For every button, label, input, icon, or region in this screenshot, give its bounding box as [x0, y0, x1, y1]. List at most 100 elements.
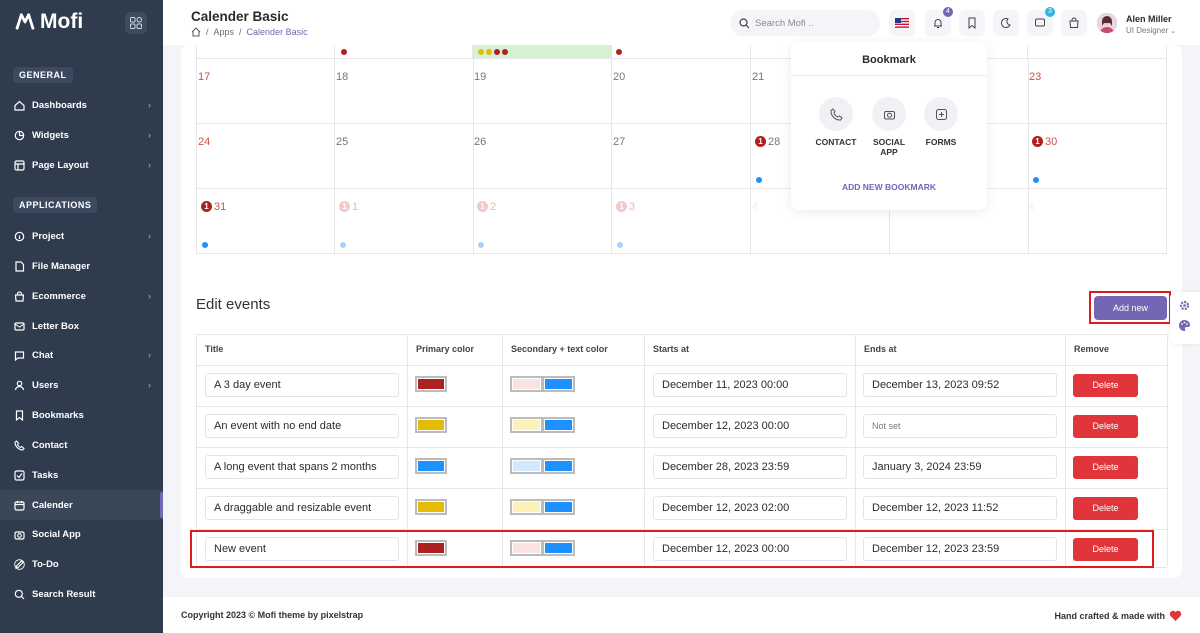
bookmark-forms[interactable]: FORMS: [916, 97, 966, 147]
user-name[interactable]: Alen Miller: [1126, 14, 1172, 24]
calendar-day-cell[interactable]: 26: [473, 124, 612, 189]
calendar-day-cell[interactable]: 21: [473, 189, 612, 254]
primary-color-picker[interactable]: [415, 417, 447, 433]
event-dot[interactable]: [756, 177, 762, 183]
bookmark-header-button[interactable]: [959, 10, 985, 36]
event-end-input[interactable]: December 13, 2023 09:52: [863, 373, 1057, 397]
secondary-color-picker[interactable]: [510, 458, 543, 474]
sidebar-item-tasks[interactable]: Tasks: [0, 460, 163, 490]
delete-event-button[interactable]: Delete: [1073, 374, 1138, 397]
add-new-bookmark-link[interactable]: ADD NEW BOOKMARK: [791, 182, 987, 192]
more-events-badge[interactable]: 1: [339, 201, 350, 212]
event-dot[interactable]: [502, 49, 508, 55]
delete-event-button[interactable]: Delete: [1073, 456, 1138, 479]
event-start-input[interactable]: December 28, 2023 23:59: [653, 455, 847, 479]
event-dot[interactable]: [478, 242, 484, 248]
more-events-badge[interactable]: 1: [1032, 136, 1043, 147]
sidebar-item-search-result[interactable]: Search Result: [0, 579, 163, 609]
event-start-input[interactable]: December 12, 2023 02:00: [653, 496, 847, 520]
dark-mode-button[interactable]: [993, 10, 1019, 36]
event-end-input[interactable]: December 12, 2023 11:52: [863, 496, 1057, 520]
sidebar-item-ecommerce[interactable]: Ecommerce ›: [0, 281, 163, 311]
user-role[interactable]: UI Designer ⌄: [1126, 26, 1176, 35]
event-dot[interactable]: [341, 49, 347, 55]
phone-icon: [829, 107, 843, 121]
calendar-day-cell[interactable]: 30 1: [1028, 124, 1167, 189]
event-end-input[interactable]: Not set: [863, 414, 1057, 438]
calendar-day-cell[interactable]: 24: [196, 124, 335, 189]
gear-icon[interactable]: [1178, 299, 1191, 312]
sidebar-item-calender[interactable]: Calender: [0, 490, 163, 520]
event-dot[interactable]: [202, 242, 208, 248]
event-dot[interactable]: [616, 49, 622, 55]
more-events-badge[interactable]: 1: [755, 136, 766, 147]
primary-color-picker[interactable]: [415, 499, 447, 515]
calendar-day-cell[interactable]: 6: [1028, 189, 1167, 254]
sidebar-item-to-do[interactable]: To-Do: [0, 549, 163, 579]
text-color-picker[interactable]: [542, 376, 575, 392]
notification-button[interactable]: 4: [925, 7, 953, 36]
event-dot[interactable]: [478, 49, 484, 55]
calendar-day-cell[interactable]: 11: [335, 189, 474, 254]
calendar-day-cell[interactable]: 18: [335, 59, 474, 124]
event-title-input[interactable]: A 3 day event: [205, 373, 399, 397]
more-events-badge[interactable]: 1: [477, 201, 488, 212]
event-dot[interactable]: [494, 49, 500, 55]
sidebar-item-contact[interactable]: Contact: [0, 430, 163, 460]
more-events-badge[interactable]: 1: [201, 201, 212, 212]
calendar-day-cell[interactable]: 27: [612, 124, 751, 189]
event-end-input[interactable]: January 3, 2024 23:59: [863, 455, 1057, 479]
text-color-picker[interactable]: [542, 499, 575, 515]
event-dot[interactable]: [617, 242, 623, 248]
secondary-color-picker[interactable]: [510, 417, 543, 433]
logo[interactable]: Mofi: [14, 10, 83, 34]
secondary-color-picker[interactable]: [510, 376, 543, 392]
text-color-picker[interactable]: [542, 458, 575, 474]
primary-color-picker[interactable]: [415, 458, 447, 474]
event-title-input[interactable]: An event with no end date: [205, 414, 399, 438]
primary-color-picker[interactable]: [415, 376, 447, 392]
calendar-day-cell[interactable]: 17: [196, 59, 335, 124]
calendar-day-cell[interactable]: 23: [1028, 59, 1167, 124]
bookmark-contact[interactable]: CONTACT: [811, 97, 861, 147]
sidebar-item-social-app[interactable]: Social App: [0, 519, 163, 549]
search-input[interactable]: Search Mofi ..: [730, 10, 880, 36]
messages-button[interactable]: 3: [1027, 7, 1055, 36]
text-color-picker[interactable]: [542, 417, 575, 433]
sidebar-item-file-manager[interactable]: File Manager: [0, 251, 163, 281]
home-icon[interactable]: [191, 27, 201, 37]
event-title-input[interactable]: A draggable and resizable event: [205, 496, 399, 520]
calendar-day-cell[interactable]: 31 1: [196, 189, 335, 254]
breadcrumb-apps[interactable]: Apps: [214, 27, 235, 37]
event-dot[interactable]: [486, 49, 492, 55]
delete-event-button[interactable]: Delete: [1073, 415, 1138, 438]
cart-button[interactable]: [1061, 10, 1087, 36]
grid-toggle-button[interactable]: [125, 12, 147, 34]
calendar-day-cell[interactable]: 20: [612, 59, 751, 124]
language-flag-button[interactable]: [889, 10, 915, 36]
delete-event-button[interactable]: Delete: [1073, 497, 1138, 520]
sidebar-item-dashboards[interactable]: Dashboards ›: [0, 90, 163, 120]
calendar-day-cell[interactable]: 25: [335, 124, 474, 189]
camera-icon: [883, 110, 895, 119]
sidebar-item-letter-box[interactable]: Letter Box: [0, 311, 163, 341]
sidebar-item-widgets[interactable]: Widgets ›: [0, 120, 163, 150]
calendar-day-cell[interactable]: 31: [612, 189, 751, 254]
event-start-input[interactable]: December 11, 2023 00:00: [653, 373, 847, 397]
event-dot[interactable]: [1033, 177, 1039, 183]
event-start-input[interactable]: December 12, 2023 00:00: [653, 414, 847, 438]
bookmark-social-app[interactable]: SOCIAL APP: [864, 97, 914, 157]
sidebar-item-project[interactable]: Project ›: [0, 221, 163, 251]
more-events-badge[interactable]: 1: [616, 201, 627, 212]
sidebar-item-page-layout[interactable]: Page Layout ›: [0, 150, 163, 180]
calendar-day-cell[interactable]: 19: [473, 59, 612, 124]
event-dot[interactable]: [340, 242, 346, 248]
avatar[interactable]: [1097, 13, 1117, 33]
sidebar-item-users[interactable]: Users ›: [0, 370, 163, 400]
sidebar-item-chat[interactable]: Chat ›: [0, 340, 163, 370]
table-header-primary-color: Primary color: [416, 344, 475, 354]
event-title-input[interactable]: A long event that spans 2 months: [205, 455, 399, 479]
secondary-color-picker[interactable]: [510, 499, 543, 515]
palette-icon[interactable]: [1178, 319, 1191, 332]
sidebar-item-bookmarks[interactable]: Bookmarks: [0, 400, 163, 430]
